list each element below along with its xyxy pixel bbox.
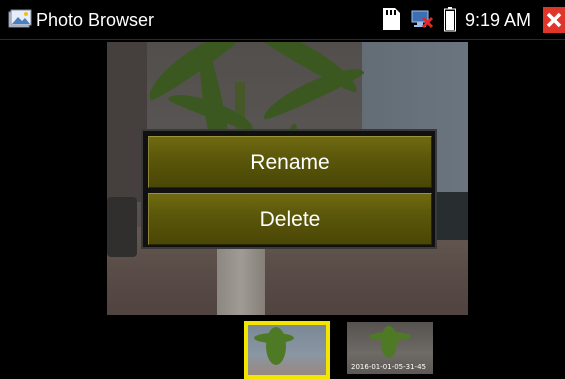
clock: 9:19 AM <box>465 10 532 30</box>
close-icon <box>546 12 562 28</box>
app-title: Photo Browser <box>36 10 155 30</box>
rename-menu-item[interactable]: Rename <box>148 136 432 188</box>
thumbnail-selected[interactable] <box>244 321 330 379</box>
thumbnail[interactable]: 2016-01-01-05-31-45 <box>347 322 433 374</box>
thumbnail-stamp: 2016-01-01-05-31-45 <box>351 363 426 371</box>
thumbnail-image <box>381 326 397 358</box>
battery-icon <box>444 7 456 32</box>
network-error-icon <box>411 10 434 29</box>
thumbnail-image <box>254 333 294 343</box>
photo-browser-icon <box>8 9 32 28</box>
delete-menu-item[interactable]: Delete <box>148 193 432 245</box>
close-button[interactable] <box>543 7 565 33</box>
thumbnail-image <box>369 332 411 341</box>
title-bar: Photo Browser 9:19 AM <box>0 0 565 40</box>
context-menu: Rename Delete <box>141 129 437 249</box>
sd-card-icon <box>383 8 400 30</box>
thumbnail-strip: 2016-01-01-05-31-45 <box>0 318 565 379</box>
